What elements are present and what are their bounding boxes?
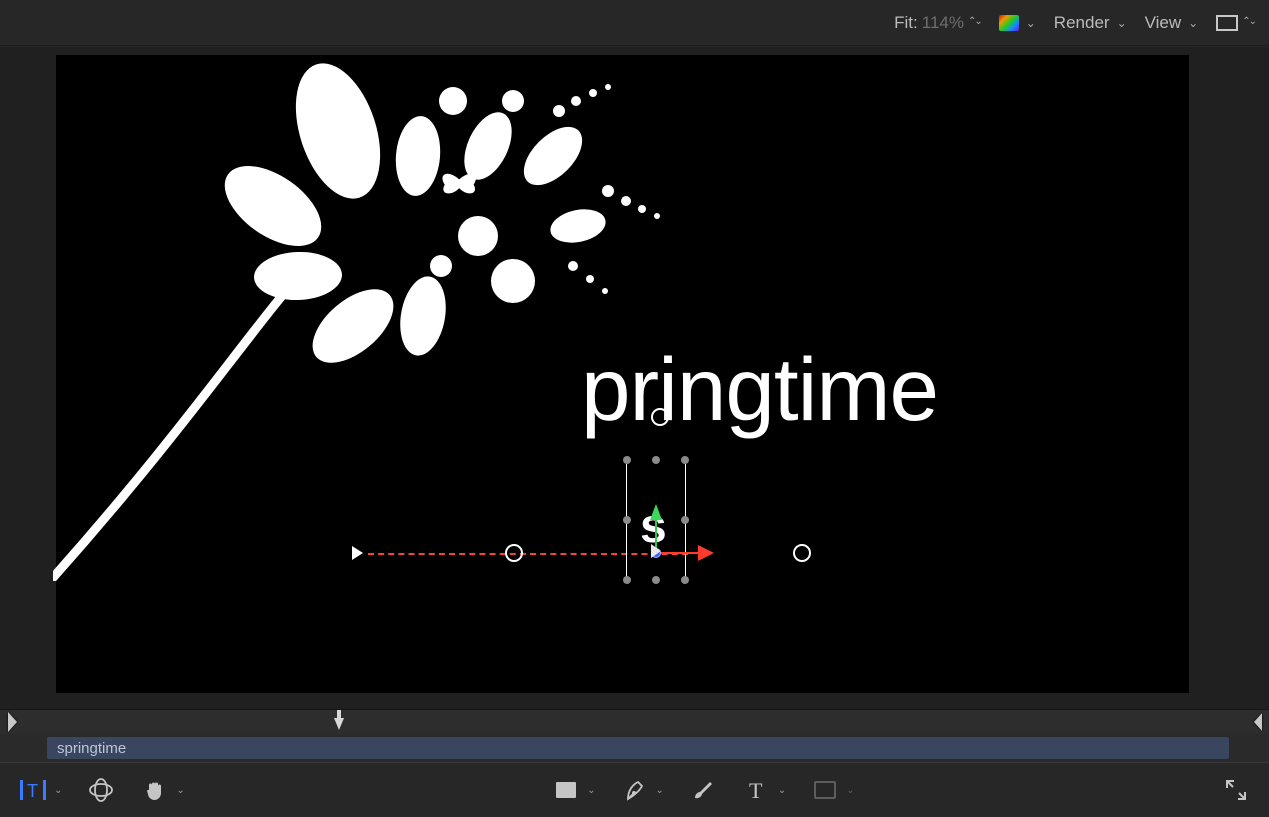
fullscreen-button[interactable]	[1221, 775, 1251, 805]
glyph-selection-box[interactable]: s	[623, 456, 689, 588]
in-point-marker[interactable]	[7, 710, 17, 734]
text-icon: T	[742, 775, 772, 805]
canvas-text-layer[interactable]: pringtime	[581, 338, 938, 441]
chevron-down-icon: ⌄	[846, 785, 854, 796]
playhead[interactable]	[332, 710, 346, 734]
viewer-canvas-area: pringtime s	[0, 47, 1269, 710]
resize-handle[interactable]	[623, 576, 631, 584]
text-tool[interactable]: T ⌄	[742, 775, 786, 805]
resize-handle[interactable]	[681, 456, 689, 464]
mini-timeline-ruler[interactable]	[0, 710, 1269, 734]
flower-ornament-graphic	[53, 61, 713, 581]
motion-path-handle[interactable]	[651, 408, 669, 426]
stepper-icon: ⌃⌄	[1242, 16, 1255, 27]
mini-timeline-track: springtime	[0, 734, 1269, 762]
current-position-icon	[651, 544, 661, 558]
brush-icon	[688, 775, 718, 805]
render-menu[interactable]: Render ⌄	[1054, 13, 1127, 33]
motion-path-start-icon	[352, 546, 363, 560]
view-menu[interactable]: View ⌄	[1145, 13, 1199, 33]
3d-transform-tool[interactable]	[86, 775, 116, 805]
render-label: Render	[1054, 13, 1110, 33]
svg-text:T: T	[27, 781, 38, 801]
shape-tool[interactable]: ⌄	[551, 775, 595, 805]
chevron-down-icon: ⌄	[1117, 16, 1127, 30]
fit-label: Fit:	[894, 13, 918, 33]
clip-label: springtime	[57, 740, 126, 757]
view-label: View	[1145, 13, 1182, 33]
canvas-bottom-toolbar: T ⌄ ⌄ ⌄ ⌄ T ⌄ ⌄	[0, 762, 1269, 817]
aspect-ratio-menu[interactable]: ⌃⌄	[1216, 15, 1255, 31]
y-axis-arrow-icon[interactable]	[650, 504, 662, 520]
chevron-down-icon: ⌄	[54, 785, 62, 796]
motion-path-keyframe[interactable]	[793, 544, 811, 562]
resize-handle[interactable]	[681, 516, 689, 524]
resize-handle[interactable]	[623, 456, 631, 464]
hand-icon	[140, 775, 170, 805]
timeline-clip[interactable]: springtime	[47, 737, 1229, 759]
resize-handle[interactable]	[652, 576, 660, 584]
fit-zoom-control[interactable]: Fit: 114% ⌃⌄	[894, 13, 981, 33]
viewer-top-toolbar: Fit: 114% ⌃⌄ ⌄ Render ⌄ View ⌄ ⌃⌄	[0, 0, 1269, 46]
paint-stroke-tool[interactable]	[688, 775, 718, 805]
fit-value: 114%	[922, 13, 964, 33]
chevron-down-icon: ⌄	[1188, 16, 1198, 30]
out-point-marker[interactable]	[1252, 710, 1262, 734]
expand-icon	[1224, 778, 1248, 802]
resize-handle[interactable]	[623, 516, 631, 524]
mask-tool[interactable]: ⌄	[810, 775, 854, 805]
chevron-down-icon: ⌄	[1026, 16, 1036, 30]
pan-tool[interactable]: ⌄	[140, 775, 184, 805]
chevron-down-icon: ⌄	[778, 785, 786, 796]
chevron-down-icon: ⌄	[587, 785, 595, 796]
svg-text:T: T	[749, 779, 763, 801]
adjust-glyph-tool[interactable]: T ⌄	[18, 775, 62, 805]
aspect-ratio-icon	[1216, 15, 1238, 31]
color-channels-menu[interactable]: ⌄	[999, 15, 1036, 31]
stepper-icon: ⌃⌄	[968, 16, 981, 27]
rectangle-icon	[551, 775, 581, 805]
pen-tool[interactable]: ⌄	[620, 775, 664, 805]
resize-handle[interactable]	[681, 576, 689, 584]
viewer-canvas[interactable]: pringtime s	[56, 55, 1189, 693]
x-axis-line	[657, 552, 701, 554]
color-channels-icon	[999, 15, 1019, 31]
motion-path-keyframe[interactable]	[505, 544, 523, 562]
chevron-down-icon: ⌄	[656, 785, 664, 796]
pen-icon	[620, 775, 650, 805]
adjust-glyph-icon: T	[18, 775, 48, 805]
resize-handle[interactable]	[652, 456, 660, 464]
rectangle-mask-icon	[810, 775, 840, 805]
chevron-down-icon: ⌄	[176, 785, 184, 796]
